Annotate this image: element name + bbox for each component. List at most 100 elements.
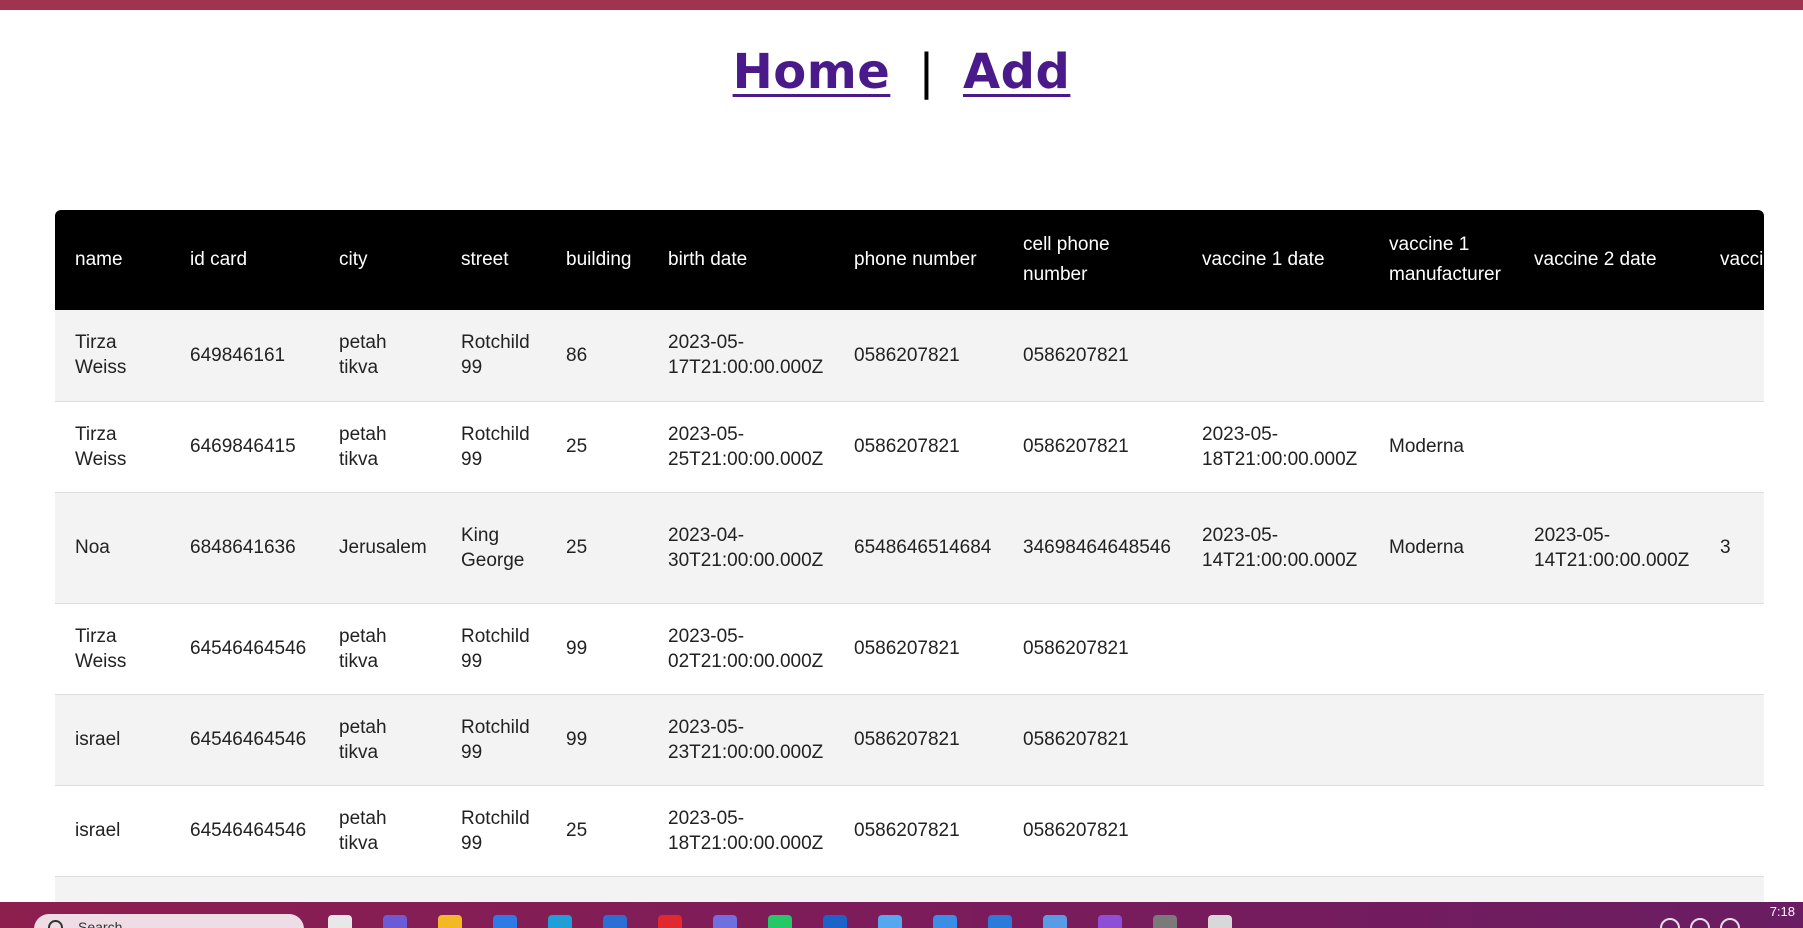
table-cell	[1700, 603, 1764, 695]
table-cell	[1369, 694, 1514, 786]
home-link[interactable]: Home	[733, 44, 891, 100]
mail-icon[interactable]	[603, 915, 627, 928]
table-cell	[1700, 694, 1764, 786]
column-header: name	[75, 249, 123, 270]
table-cell: petah tikva	[319, 603, 441, 695]
table-cell	[546, 876, 648, 902]
table-row[interactable]	[55, 876, 1764, 902]
table-cell	[1514, 694, 1700, 786]
table-row[interactable]: israel 64546464546 petah tikva Rotchild 99 2…	[55, 785, 1764, 877]
table-row[interactable]: Tirza Weiss 6469846415 petah tikva Rotchild…	[55, 401, 1764, 493]
table-cell: 2023-05-14T21:00:00.000Z	[1182, 492, 1369, 604]
table-cell: Rotchild 99	[441, 603, 546, 695]
table-cell	[1369, 785, 1514, 877]
table-row[interactable]: Tirza Weiss 649846161 petah tikva Rotchild …	[55, 310, 1764, 402]
table-cell: petah tikva	[319, 401, 441, 493]
whatsapp-icon[interactable]	[768, 915, 792, 928]
column-header: id card	[190, 249, 248, 270]
column-header: vaccine 2 date	[1534, 249, 1657, 270]
table-cell: 34698464648546	[1003, 492, 1182, 604]
table-cell	[55, 876, 170, 902]
table-cell: 3	[1700, 492, 1764, 604]
table-cell	[1514, 876, 1700, 902]
table-cell: 25	[546, 785, 648, 877]
table-row[interactable]: Tirza Weiss 64546464546 petah tikva Rotchil…	[55, 603, 1764, 695]
table-cell: 0586207821	[1003, 401, 1182, 493]
taskbar-clock[interactable]: 7:18	[1770, 904, 1795, 919]
terminal-icon[interactable]	[1153, 915, 1177, 928]
folder-icon[interactable]	[438, 915, 462, 928]
taskbar-search[interactable]: Search	[34, 914, 304, 928]
table-cell: 25	[546, 492, 648, 604]
opera-icon[interactable]	[658, 915, 682, 928]
battery-icon[interactable]	[1720, 918, 1740, 928]
table-cell: 2023-04-30T21:00:00.000Z	[648, 492, 834, 604]
table-cell: Moderna	[1369, 492, 1514, 604]
table-cell: 86	[546, 310, 648, 402]
chrome-icon[interactable]	[493, 915, 517, 928]
file-icon[interactable]	[328, 915, 352, 928]
vscode-icon[interactable]	[988, 915, 1012, 928]
table-cell	[1182, 876, 1369, 902]
table-cell: 6848641636	[170, 492, 319, 604]
volume-icon[interactable]	[1690, 918, 1710, 928]
table-cell: 2023-05-25T21:00:00.000Z	[648, 401, 834, 493]
table-cell: 0586207821	[834, 785, 1003, 877]
table-cell	[441, 876, 546, 902]
table-cell	[170, 876, 319, 902]
table-cell: 0586207821	[1003, 603, 1182, 695]
table-cell: 6548646514684	[834, 492, 1003, 604]
table-cell: 99	[546, 694, 648, 786]
network-icon[interactable]	[1043, 915, 1067, 928]
table-cell	[1369, 603, 1514, 695]
members-table-container[interactable]: name id card city street building birth date p…	[55, 210, 1764, 902]
column-header: birth date	[668, 249, 748, 270]
table-cell: 2023-05-18T21:00:00.000Z	[1182, 401, 1369, 493]
table-cell: Tirza Weiss	[55, 603, 170, 695]
column-header: phone number	[854, 249, 977, 270]
table-cell: 0586207821	[1003, 310, 1182, 402]
search-icon	[48, 920, 63, 928]
table-cell	[1369, 876, 1514, 902]
table-cell: 0586207821	[1003, 785, 1182, 877]
table-cell: 2023-05-18T21:00:00.000Z	[648, 785, 834, 877]
table-cell: petah tikva	[319, 310, 441, 402]
column-header: vaccine 1 date	[1202, 249, 1325, 270]
table-cell: Moderna	[1369, 401, 1514, 493]
table-cell: 0586207821	[834, 694, 1003, 786]
table-cell: 0586207821	[1003, 694, 1182, 786]
table-cell: 2023-05-17T21:00:00.000Z	[648, 310, 834, 402]
app-icon[interactable]	[548, 915, 572, 928]
notepad-icon[interactable]	[1208, 915, 1232, 928]
table-cell	[319, 876, 441, 902]
table-cell	[1700, 785, 1764, 877]
table-cell: israel	[55, 694, 170, 786]
visual-studio-icon[interactable]	[1098, 915, 1122, 928]
calendar-icon[interactable]	[878, 915, 902, 928]
table-row[interactable]: Noa 6848641636 Jerusalem King George 25 2023-…	[55, 492, 1764, 604]
table-cell: 25	[546, 401, 648, 493]
table-cell	[1514, 310, 1700, 402]
add-link[interactable]: Add	[963, 44, 1070, 100]
table-cell: 649846161	[170, 310, 319, 402]
table-cell: petah tikva	[319, 694, 441, 786]
table-cell: Rotchild 99	[441, 310, 546, 402]
table-cell	[1182, 694, 1369, 786]
facebook-icon[interactable]	[823, 915, 847, 928]
wifi-icon[interactable]	[1660, 918, 1680, 928]
windows-taskbar: Search 7:18	[0, 902, 1803, 928]
vscode-icon[interactable]	[933, 915, 957, 928]
table-cell: 64546464546	[170, 694, 319, 786]
table-cell	[1514, 401, 1700, 493]
table-body: Tirza Weiss 649846161 petah tikva Rotchild …	[55, 310, 1764, 902]
column-header: city	[339, 249, 368, 270]
nav-separator: |	[918, 44, 935, 100]
table-row[interactable]: israel 64546464546 petah tikva Rotchild 99 9…	[55, 694, 1764, 786]
store-icon[interactable]	[713, 915, 737, 928]
table-cell	[1369, 310, 1514, 402]
chat-icon[interactable]	[383, 915, 407, 928]
table-cell	[1182, 310, 1369, 402]
table-cell	[1182, 603, 1369, 695]
table-cell: 0586207821	[834, 401, 1003, 493]
table-cell: Tirza Weiss	[55, 310, 170, 402]
